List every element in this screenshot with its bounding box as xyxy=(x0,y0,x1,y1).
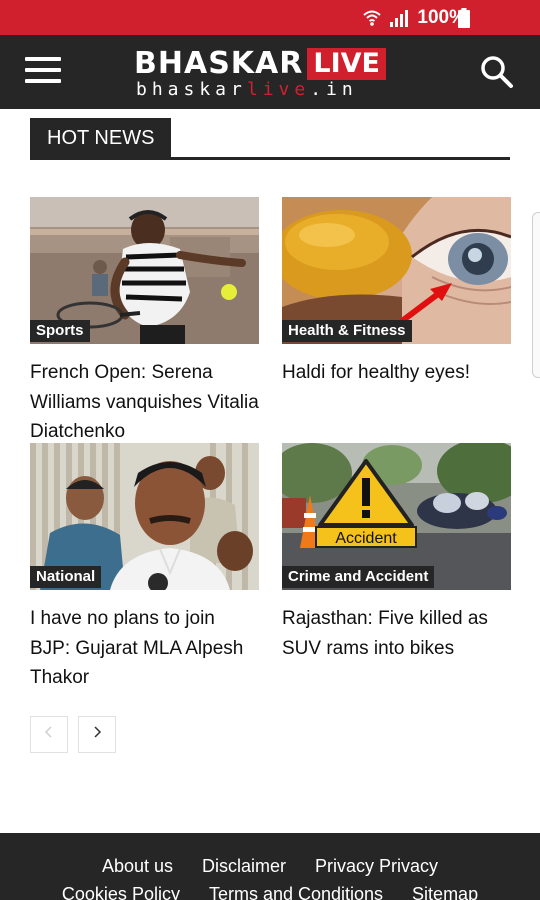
status-bar: 100% xyxy=(0,0,540,35)
section-header: HOT NEWS xyxy=(30,118,510,160)
wifi-icon xyxy=(363,9,382,27)
footer-links-row: Cookies Policy Terms and Conditions Site… xyxy=(0,884,540,900)
hamburger-menu-icon[interactable] xyxy=(25,57,63,87)
article-title[interactable]: French Open: Serena Williams vanquishes … xyxy=(30,358,259,447)
chevron-left-icon xyxy=(44,725,54,744)
prev-page-button[interactable] xyxy=(30,716,68,753)
chevron-right-icon xyxy=(92,725,102,744)
status-icons: 100% xyxy=(363,6,466,30)
category-badge[interactable]: National xyxy=(30,566,102,588)
article-card-serena[interactable]: Sports French Open: Serena Williams vanq… xyxy=(30,197,259,447)
battery-icon xyxy=(458,8,470,33)
site-logo[interactable]: BHASKAR LIVE bhaskarlive.in xyxy=(134,47,409,101)
section-divider xyxy=(30,157,510,160)
category-badge[interactable]: Sports xyxy=(30,320,90,342)
section-title: HOT NEWS xyxy=(30,118,172,159)
logo-subtitle: bhaskarlive.in xyxy=(136,79,358,100)
footer-link-terms[interactable]: Terms and Conditions xyxy=(209,884,383,900)
next-page-button[interactable] xyxy=(78,716,116,753)
article-title[interactable]: I have no plans to join BJP: Gujarat MLA… xyxy=(30,604,259,693)
article-card-haldi[interactable]: Health & Fitness Haldi for healthy eyes! xyxy=(282,197,511,388)
footer-link-disclaimer[interactable]: Disclaimer xyxy=(202,856,286,877)
article-title[interactable]: Rajasthan: Five killed as SUV rams into … xyxy=(282,604,511,663)
footer-link-privacy[interactable]: Privacy Privacy xyxy=(315,856,438,877)
footer-link-cookies[interactable]: Cookies Policy xyxy=(62,884,180,900)
footer: About us Disclaimer Privacy Privacy Cook… xyxy=(0,833,540,900)
svg-text:Accident: Accident xyxy=(335,530,397,547)
article-title[interactable]: Haldi for healthy eyes! xyxy=(282,358,511,388)
article-thumbnail[interactable]: Sports xyxy=(30,197,259,344)
footer-links-row: About us Disclaimer Privacy Privacy xyxy=(0,856,540,877)
article-thumbnail[interactable]: Accident Crime and Accident xyxy=(282,443,511,590)
footer-link-about[interactable]: About us xyxy=(102,856,173,877)
signal-icon xyxy=(389,9,409,27)
article-card-rajasthan[interactable]: Accident Crime and Accident Rajasthan: F… xyxy=(282,443,511,663)
logo-text: BHASKAR xyxy=(134,46,304,81)
logo-badge: LIVE xyxy=(307,48,386,80)
article-thumbnail[interactable]: National xyxy=(30,443,259,590)
category-badge[interactable]: Crime and Accident xyxy=(282,566,435,588)
article-thumbnail[interactable]: Health & Fitness xyxy=(282,197,511,344)
category-badge[interactable]: Health & Fitness xyxy=(282,320,412,342)
scroll-handle[interactable] xyxy=(532,212,540,378)
search-icon[interactable] xyxy=(480,55,514,89)
article-card-alpesh[interactable]: National I have no plans to join BJP: Gu… xyxy=(30,443,259,693)
app-header: BHASKAR LIVE bhaskarlive.in xyxy=(0,35,540,109)
footer-link-sitemap[interactable]: Sitemap xyxy=(412,884,478,900)
